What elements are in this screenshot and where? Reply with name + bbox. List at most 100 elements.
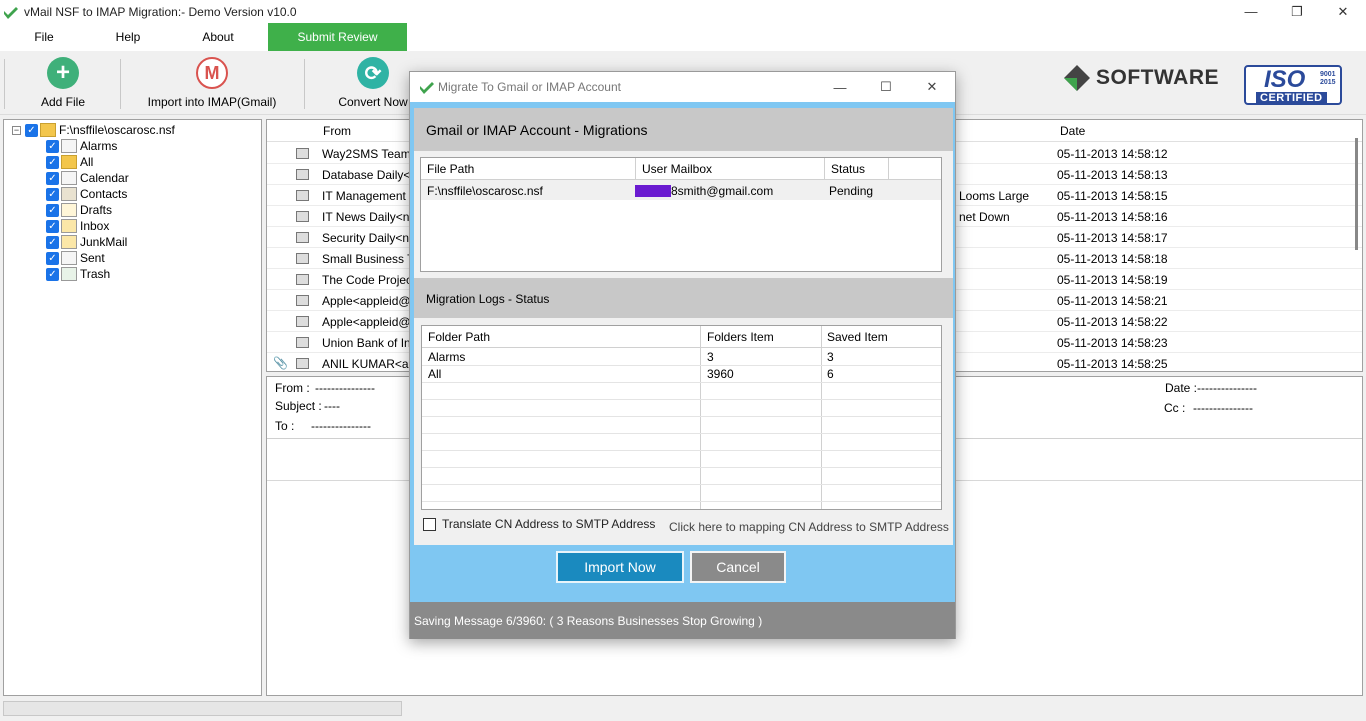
to-value: ---------------: [311, 419, 371, 433]
dialog-title: Migrate To Gmail or IMAP Account: [438, 80, 621, 94]
col-from[interactable]: From: [323, 124, 351, 138]
dialog-button-bar: Import Now Cancel: [414, 545, 953, 599]
log-saved: 3: [827, 350, 834, 364]
tree-item-trash[interactable]: ✓ Trash: [46, 266, 110, 282]
grid-line: [635, 158, 636, 180]
log-row[interactable]: All 3960 6: [422, 365, 941, 382]
checkbox-checked-icon[interactable]: ✓: [46, 155, 59, 169]
log-items: 3: [707, 350, 714, 364]
logs-grid-header: Folder Path Folders Item Saved Item: [422, 326, 941, 348]
grid-line: [888, 158, 889, 180]
horizontal-scrollbar[interactable]: [3, 701, 402, 716]
tree-item-drafts[interactable]: ✓ Drafts: [46, 202, 112, 218]
to-label: To :: [275, 419, 295, 433]
envelope-icon: [296, 211, 309, 222]
cc-label: Cc :: [1164, 401, 1186, 415]
tree-item-all[interactable]: ✓ All: [46, 154, 93, 170]
cc-value: ---------------: [1193, 401, 1253, 415]
tree-item-inbox[interactable]: ✓ Inbox: [46, 218, 109, 234]
message-from: Way2SMS Team<: [322, 147, 418, 161]
envelope-icon: [296, 148, 309, 159]
from-value: ---------------: [315, 381, 375, 395]
col-file-path[interactable]: File Path: [427, 162, 474, 176]
cancel-button[interactable]: Cancel: [690, 551, 786, 583]
tree-item-alarms[interactable]: ✓ Alarms: [46, 138, 117, 154]
checkbox-checked-icon[interactable]: ✓: [46, 251, 59, 265]
section-migrations-title: Gmail or IMAP Account - Migrations: [414, 108, 953, 151]
migrate-dialog: Migrate To Gmail or IMAP Account — ☐ ✕ G…: [409, 71, 956, 639]
logs-grid: Folder Path Folders Item Saved Item Alar…: [421, 325, 942, 510]
col-user-mailbox[interactable]: User Mailbox: [642, 162, 712, 176]
checkbox-checked-icon[interactable]: ✓: [46, 235, 59, 249]
row-mailbox-text: 8smith@gmail.com: [671, 184, 774, 198]
menu-bar: File Help About Submit Review: [0, 23, 1366, 51]
row-mailbox: 8smith@gmail.com: [635, 184, 773, 198]
import-now-button[interactable]: Import Now: [556, 551, 684, 583]
tree-root[interactable]: − ✓ F:\nsffile\oscarosc.nsf: [12, 122, 175, 138]
message-date: 05-11-2013 14:58:16: [1057, 210, 1168, 224]
log-row[interactable]: Alarms 3 3: [422, 348, 941, 365]
dialog-maximize-button[interactable]: ☐: [863, 72, 909, 102]
message-date: 05-11-2013 14:58:17: [1057, 231, 1168, 245]
checkbox-checked-icon[interactable]: ✓: [46, 203, 59, 217]
checkbox-checked-icon[interactable]: ✓: [46, 219, 59, 233]
mapping-link[interactable]: Click here to mapping CN Address to SMTP…: [669, 520, 949, 534]
checkbox-checked-icon[interactable]: ✓: [46, 267, 59, 281]
convert-now-button[interactable]: ⟳ Convert Now: [334, 57, 412, 111]
menu-file[interactable]: File: [0, 23, 88, 51]
contacts-icon: [61, 187, 77, 201]
col-status[interactable]: Status: [831, 162, 865, 176]
envelope-icon: [296, 358, 309, 369]
window-title: vMail NSF to IMAP Migration:- Demo Versi…: [24, 4, 297, 19]
tree-item-label: Inbox: [80, 219, 110, 233]
collapse-icon[interactable]: −: [12, 125, 21, 135]
message-date: 05-11-2013 14:58:22: [1057, 315, 1168, 329]
dialog-minimize-button[interactable]: —: [817, 72, 863, 102]
checkbox-checked-icon[interactable]: ✓: [25, 123, 38, 137]
grid-line: [422, 484, 941, 485]
envelope-icon: [296, 274, 309, 285]
tree-item-sent[interactable]: ✓ Sent: [46, 250, 105, 266]
toolbar-separator: [120, 59, 121, 109]
message-from: ANIL KUMAR<anil: [322, 357, 421, 371]
col-date[interactable]: Date: [1060, 124, 1085, 138]
dialog-title-bar: Migrate To Gmail or IMAP Account — ☐ ✕: [410, 72, 955, 102]
migration-row[interactable]: F:\nsffile\oscarosc.nsf 8smith@gmail.com…: [421, 180, 941, 200]
log-folder: Alarms: [428, 350, 466, 364]
menu-about[interactable]: About: [168, 23, 268, 51]
minimize-button[interactable]: —: [1228, 0, 1274, 23]
submit-review-button[interactable]: Submit Review: [268, 23, 407, 51]
envelope-icon: [296, 316, 309, 327]
vertical-scrollbar[interactable]: [1355, 138, 1358, 250]
tree-item-contacts[interactable]: ✓ Contacts: [46, 186, 127, 202]
menu-help[interactable]: Help: [88, 23, 168, 51]
grid-line: [824, 158, 825, 180]
translate-cn-checkbox[interactable]: Translate CN Address to SMTP Address: [423, 517, 655, 531]
restore-button[interactable]: ❐: [1274, 0, 1320, 23]
col-folders-item[interactable]: Folders Item: [707, 330, 774, 344]
tree-item-label: Alarms: [80, 139, 118, 153]
message-date: 05-11-2013 14:58:19: [1057, 273, 1168, 287]
dialog-close-button[interactable]: ✕: [909, 72, 955, 102]
close-button[interactable]: ✕: [1320, 0, 1366, 23]
tree-item-junkmail[interactable]: ✓ JunkMail: [46, 234, 127, 250]
section-logs-title: Migration Logs - Status: [414, 278, 953, 318]
add-file-label: Add File: [40, 95, 86, 109]
checkbox-checked-icon[interactable]: ✓: [46, 171, 59, 185]
calendar-icon: [61, 171, 77, 185]
brand-logo: SOFTWARE: [1064, 65, 1219, 91]
grid-line: [422, 399, 941, 400]
tree-item-calendar[interactable]: ✓ Calendar: [46, 170, 129, 186]
folder-tree: − ✓ F:\nsffile\oscarosc.nsf ✓ Alarms ✓ A…: [3, 119, 262, 696]
import-imap-button[interactable]: M Import into IMAP(Gmail): [142, 57, 282, 111]
checkbox-unchecked-icon[interactable]: [423, 517, 436, 531]
col-saved-item[interactable]: Saved Item: [827, 330, 888, 344]
checkbox-checked-icon[interactable]: ✓: [46, 187, 59, 201]
message-date: 05-11-2013 14:58:18: [1057, 252, 1168, 266]
translate-cn-label: Translate CN Address to SMTP Address: [442, 517, 656, 531]
col-folder-path[interactable]: Folder Path: [428, 330, 490, 344]
from-label: From :: [275, 381, 310, 395]
add-file-button[interactable]: + Add File: [36, 57, 90, 111]
checkbox-checked-icon[interactable]: ✓: [46, 139, 59, 153]
brand-diamond-icon: [1064, 65, 1090, 91]
